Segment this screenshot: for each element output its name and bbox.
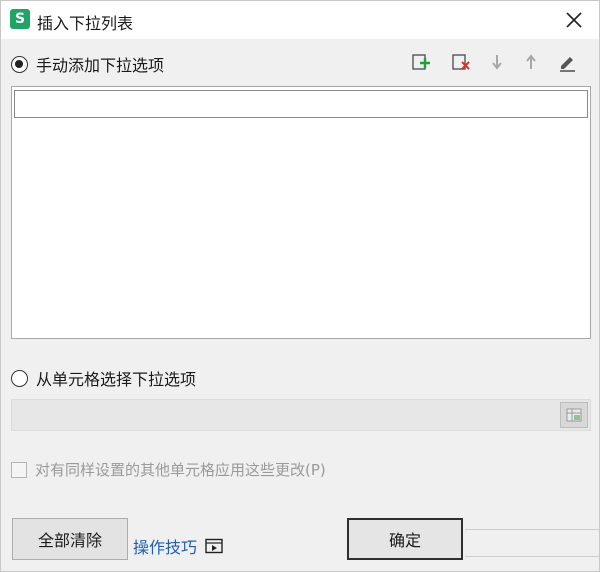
range-select-button <box>560 402 588 428</box>
move-up-button[interactable] <box>520 51 542 73</box>
apply-all-checkbox <box>11 461 27 478</box>
ok-button[interactable]: 确定 <box>347 518 463 560</box>
insert-dropdown-dialog: S 插入下拉列表 手动添加下拉选项 从单元格选择下拉选项 对有同样设置的其他单元… <box>0 0 600 572</box>
close-button[interactable] <box>563 9 585 31</box>
manual-option-label: 手动添加下拉选项 <box>36 56 165 75</box>
apply-all-row: 对有同样设置的其他单元格应用这些更改(P) <box>11 459 326 480</box>
close-icon <box>566 12 582 28</box>
from-cells-option-label: 从单元格选择下拉选项 <box>36 370 197 389</box>
move-up-icon <box>526 54 536 69</box>
delete-item-icon <box>452 54 470 70</box>
background-gridline <box>465 529 599 530</box>
add-item-button[interactable] <box>410 51 432 73</box>
manual-option-radio[interactable] <box>11 55 28 73</box>
from-cells-option-radio[interactable] <box>11 369 28 387</box>
app-logo-icon: S <box>10 9 30 29</box>
tips-link[interactable]: 操作技巧 <box>133 534 223 558</box>
move-down-button[interactable] <box>486 51 508 73</box>
clear-all-button[interactable]: 全部清除 <box>12 518 128 560</box>
move-down-icon <box>492 55 502 70</box>
background-gridline <box>465 556 599 557</box>
edit-icon <box>560 57 575 72</box>
video-tutorial-icon <box>205 538 223 554</box>
manual-option-row[interactable]: 手动添加下拉选项 <box>11 52 164 76</box>
range-select-icon <box>566 408 582 422</box>
apply-all-label: 对有同样设置的其他单元格应用这些更改(P) <box>35 461 326 479</box>
options-list <box>11 86 591 339</box>
option-input[interactable] <box>14 90 588 118</box>
edit-item-button[interactable] <box>556 51 578 73</box>
from-cells-option-row[interactable]: 从单元格选择下拉选项 <box>11 366 196 390</box>
add-item-icon <box>412 54 430 70</box>
tips-label: 操作技巧 <box>133 538 198 557</box>
cell-range-field <box>11 399 591 431</box>
dialog-title: 插入下拉列表 <box>37 14 134 33</box>
delete-item-button[interactable] <box>450 51 472 73</box>
title-bar: S 插入下拉列表 <box>1 1 599 39</box>
